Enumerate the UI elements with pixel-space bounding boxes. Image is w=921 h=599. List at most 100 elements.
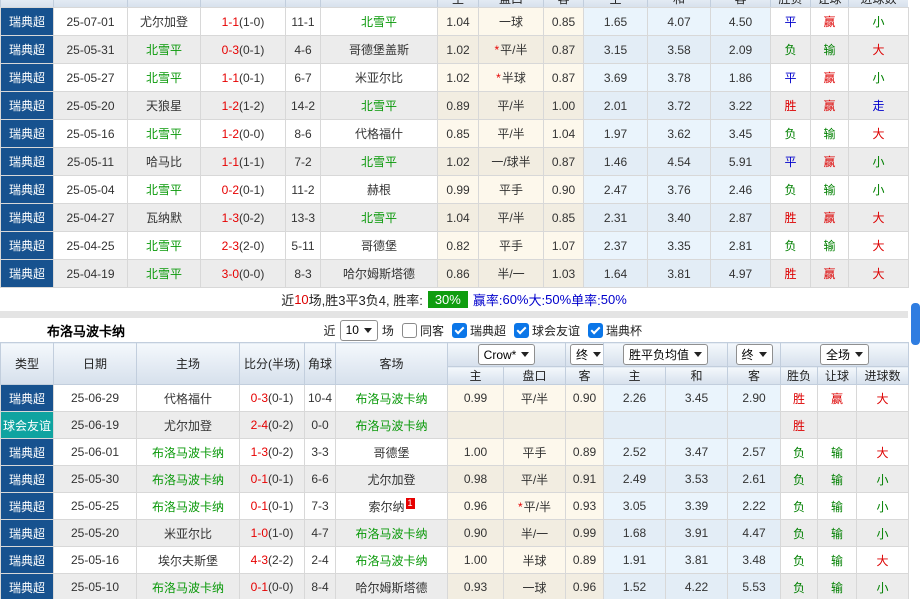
checkbox-label[interactable]: 球会友谊 [532, 322, 580, 339]
home-team-name[interactable]: 布洛马波卡纳 [152, 473, 224, 487]
handicap-line: 平/半 [478, 91, 544, 120]
away-team-name[interactable]: 哈尔姆斯塔德 [355, 581, 427, 595]
league-cell[interactable]: 瑞典超 [0, 492, 54, 520]
result-handicap: 输 [810, 175, 849, 204]
league-cell[interactable]: 球会友谊 [0, 411, 54, 439]
full-score: 1-2 [221, 98, 239, 113]
league-cell[interactable]: 瑞典超 [0, 438, 54, 466]
away-team-name[interactable]: 布洛马波卡纳 [355, 554, 427, 568]
league-cell[interactable]: 瑞典超 [0, 546, 54, 574]
score-cell: 1-3(0-2) [200, 203, 286, 232]
away-team-name[interactable]: 哈尔姆斯塔德 [343, 267, 415, 281]
league-cell[interactable]: 瑞典超 [0, 231, 54, 260]
avg-odds-select[interactable]: 胜平负均值 [623, 344, 709, 365]
match-date: 25-05-20 [53, 91, 128, 120]
handicap-line-text: 一球 [498, 15, 523, 29]
home-team-name[interactable]: 尤尔加登 [140, 15, 188, 29]
home-team-cell: 北雪平 [127, 35, 201, 64]
away-team-name[interactable]: 北雪平 [361, 15, 397, 29]
initial-line-marker: * [496, 71, 501, 85]
table-row: 瑞典超 25-06-01 布洛马波卡纳 1-3(0-2) 3-3 哥德堡 1.00 平手 0.8… [0, 438, 910, 466]
league-cell[interactable]: 瑞典超 [0, 119, 54, 148]
league-cell[interactable]: 瑞典超 [0, 519, 54, 547]
home-team-name[interactable]: 布洛马波卡纳 [152, 446, 224, 460]
away-team-name[interactable]: 代格福什 [355, 127, 403, 141]
euro-home-odds: 1.64 [583, 259, 648, 288]
home-team-name[interactable]: 北雪平 [146, 43, 182, 57]
away-team-name[interactable]: 布洛马波卡纳 [355, 392, 427, 406]
result-wdl: 平 [770, 63, 811, 92]
home-team-name[interactable]: 北雪平 [146, 239, 182, 253]
recent-count-select[interactable]: 10 [339, 319, 378, 341]
checkbox-label[interactable]: 瑞典超 [470, 322, 506, 339]
home-team-name[interactable]: 北雪平 [146, 71, 182, 85]
home-team-name[interactable]: 布洛马波卡纳 [152, 500, 224, 514]
match-date: 25-05-30 [53, 465, 137, 493]
away-team-name[interactable]: 哥德堡 [373, 446, 409, 460]
league-cell[interactable]: 瑞典超 [0, 384, 54, 412]
col-header-away: 客场 [335, 342, 448, 385]
provider-select[interactable]: Crow* [477, 344, 536, 365]
league-cell[interactable]: 瑞典超 [0, 259, 54, 288]
euro-final-select[interactable]: 终 [735, 344, 773, 365]
handicap-home-odds: 1.00 [447, 438, 504, 466]
away-team-name[interactable]: 北雪平 [361, 99, 397, 113]
checked-checkbox[interactable] [513, 322, 529, 338]
league-cell[interactable]: 瑞典超 [0, 175, 54, 204]
home-team-name[interactable]: 北雪平 [146, 267, 182, 281]
full-score: 1-1 [221, 14, 239, 29]
half-score: (1-0) [268, 526, 294, 540]
scope-select[interactable]: 全场 [820, 344, 870, 365]
home-team-name[interactable]: 尤尔加登 [164, 419, 212, 433]
home-team-name[interactable]: 北雪平 [146, 183, 182, 197]
home-team-name[interactable]: 代格福什 [164, 392, 212, 406]
away-team-name[interactable]: 哥德堡盖斯 [349, 43, 409, 57]
euro-home-odds: 2.49 [603, 465, 667, 493]
away-team-cell: 索尔纳 1 [335, 492, 448, 520]
handicap-away-odds: 0.99 [565, 519, 605, 547]
away-team-name[interactable]: 索尔纳 [368, 500, 404, 514]
checked-checkbox[interactable] [587, 322, 603, 338]
home-team-name[interactable]: 布洛马波卡纳 [152, 581, 224, 595]
scrollbar-thumb[interactable] [911, 303, 920, 345]
euro-draw-odds: 4.22 [665, 573, 729, 599]
euro-home-odds: 3.05 [603, 492, 667, 520]
result-wdl: 负 [780, 492, 819, 520]
result-wdl: 平 [770, 147, 811, 176]
home-team-name[interactable]: 北雪平 [146, 127, 182, 141]
away-team-name[interactable]: 米亚尔比 [355, 71, 403, 85]
home-team-name[interactable]: 瓦纳默 [146, 211, 182, 225]
league-cell[interactable]: 瑞典超 [0, 465, 54, 493]
unchecked-checkbox[interactable] [401, 322, 417, 338]
league-cell[interactable]: 瑞典超 [0, 35, 54, 64]
home-team-name[interactable]: 哈马比 [146, 155, 182, 169]
away-team-name[interactable]: 布洛马波卡纳 [355, 419, 427, 433]
league-cell[interactable]: 瑞典超 [0, 573, 54, 599]
league-cell[interactable]: 瑞典超 [0, 203, 54, 232]
away-team-name[interactable]: 尤尔加登 [367, 473, 415, 487]
away-team-name[interactable]: 北雪平 [361, 211, 397, 225]
away-team-name[interactable]: 赫根 [367, 183, 391, 197]
checkbox-label[interactable]: 瑞典杯 [606, 322, 642, 339]
corner-score: 7-2 [285, 147, 321, 176]
home-team-name[interactable]: 埃尔夫斯堡 [158, 554, 218, 568]
away-team-name[interactable]: 北雪平 [361, 155, 397, 169]
home-team-name[interactable]: 天狼星 [146, 99, 182, 113]
league-cell[interactable]: 瑞典超 [0, 91, 54, 120]
result-handicap [817, 411, 858, 439]
league-cell[interactable]: 瑞典超 [0, 63, 54, 92]
league-cell[interactable]: 瑞典超 [0, 7, 54, 36]
league-cell[interactable]: 瑞典超 [0, 147, 54, 176]
checkbox-label[interactable]: 同客 [420, 322, 444, 339]
away-team-name[interactable]: 布洛马波卡纳 [355, 527, 427, 541]
header-cell: 客 [543, 0, 584, 7]
checked-checkbox[interactable] [451, 322, 467, 338]
line-final-select[interactable]: 终 [570, 344, 603, 365]
sub-header-cell: 胜负 [780, 366, 819, 385]
home-team-name[interactable]: 米亚尔比 [164, 527, 212, 541]
away-team-name[interactable]: 哥德堡 [361, 239, 397, 253]
win-rate-badge: 30% [427, 291, 468, 308]
handicap-line-text: 一/球半 [491, 155, 531, 169]
handicap-line: 平/半 [502, 384, 567, 412]
handicap-line-text: 平/半 [497, 99, 525, 113]
